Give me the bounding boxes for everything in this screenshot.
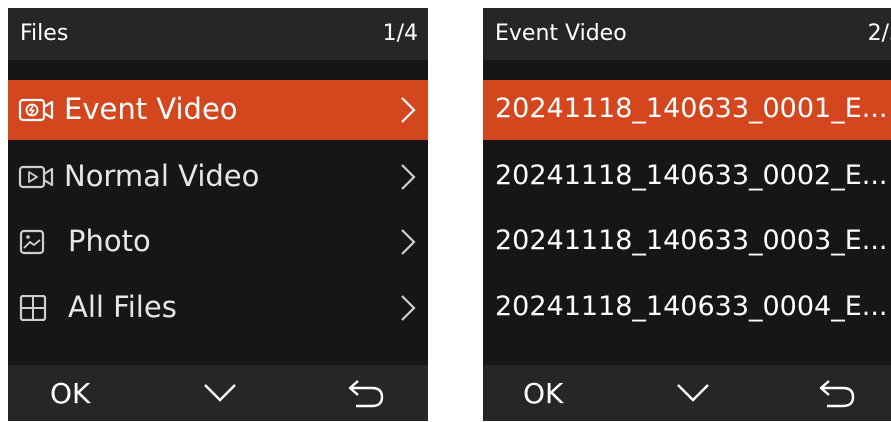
- menu-item-label: Normal Video: [64, 159, 260, 193]
- chevron-right-icon: [400, 163, 416, 191]
- event-video-icon: [18, 97, 56, 123]
- file-list: 20241118_140633_0001_E... 20241118_14063…: [483, 60, 891, 365]
- file-name: 20241118_140633_0001_E...: [495, 93, 888, 124]
- chevron-down-icon[interactable]: [675, 381, 711, 405]
- ok-button[interactable]: OK: [50, 377, 90, 410]
- chevron-right-icon: [400, 294, 416, 322]
- file-item[interactable]: 20241118_140633_0002_E...: [483, 147, 891, 207]
- title-bar: Event Video 2/5: [483, 8, 891, 60]
- file-item[interactable]: 20241118_140633_0003_E...: [483, 212, 891, 272]
- file-name: 20241118_140633_0003_E...: [495, 225, 888, 256]
- back-arrow-icon[interactable]: [346, 378, 386, 408]
- menu-item-photo[interactable]: Photo: [8, 212, 428, 272]
- menu-item-label: Photo: [68, 224, 151, 258]
- screen-title: Files: [20, 21, 69, 46]
- normal-video-icon: [18, 164, 56, 190]
- event-video-screen: Event Video 2/5 20241118_140633_0001_E..…: [483, 8, 891, 421]
- screen-title: Event Video: [495, 21, 627, 46]
- file-item[interactable]: 20241118_140633_0004_E...: [483, 278, 891, 338]
- back-arrow-icon[interactable]: [817, 378, 857, 408]
- grid-icon: [18, 295, 56, 321]
- title-bar: Files 1/4: [8, 8, 428, 60]
- menu-item-normal-video[interactable]: Normal Video: [8, 147, 428, 207]
- bottom-bar: OK: [483, 365, 891, 421]
- photo-icon: [18, 229, 56, 255]
- menu-list: Event Video Normal Video Photo All Files: [8, 60, 428, 365]
- file-item[interactable]: 20241118_140633_0001_E...: [483, 80, 891, 140]
- menu-item-label: All Files: [68, 290, 177, 324]
- chevron-right-icon: [400, 228, 416, 256]
- files-screen: Files 1/4 Event Video Normal Video Photo…: [8, 8, 428, 421]
- bottom-bar: OK: [8, 365, 428, 421]
- file-name: 20241118_140633_0002_E...: [495, 160, 888, 191]
- chevron-right-icon: [400, 96, 416, 124]
- menu-item-label: Event Video: [64, 92, 238, 126]
- page-indicator: 1/4: [382, 21, 418, 46]
- file-name: 20241118_140633_0004_E...: [495, 291, 888, 322]
- menu-item-all-files[interactable]: All Files: [8, 278, 428, 338]
- chevron-down-icon[interactable]: [202, 381, 238, 405]
- page-indicator: 2/5: [867, 21, 891, 46]
- menu-item-event-video[interactable]: Event Video: [8, 80, 428, 140]
- ok-button[interactable]: OK: [523, 377, 563, 410]
